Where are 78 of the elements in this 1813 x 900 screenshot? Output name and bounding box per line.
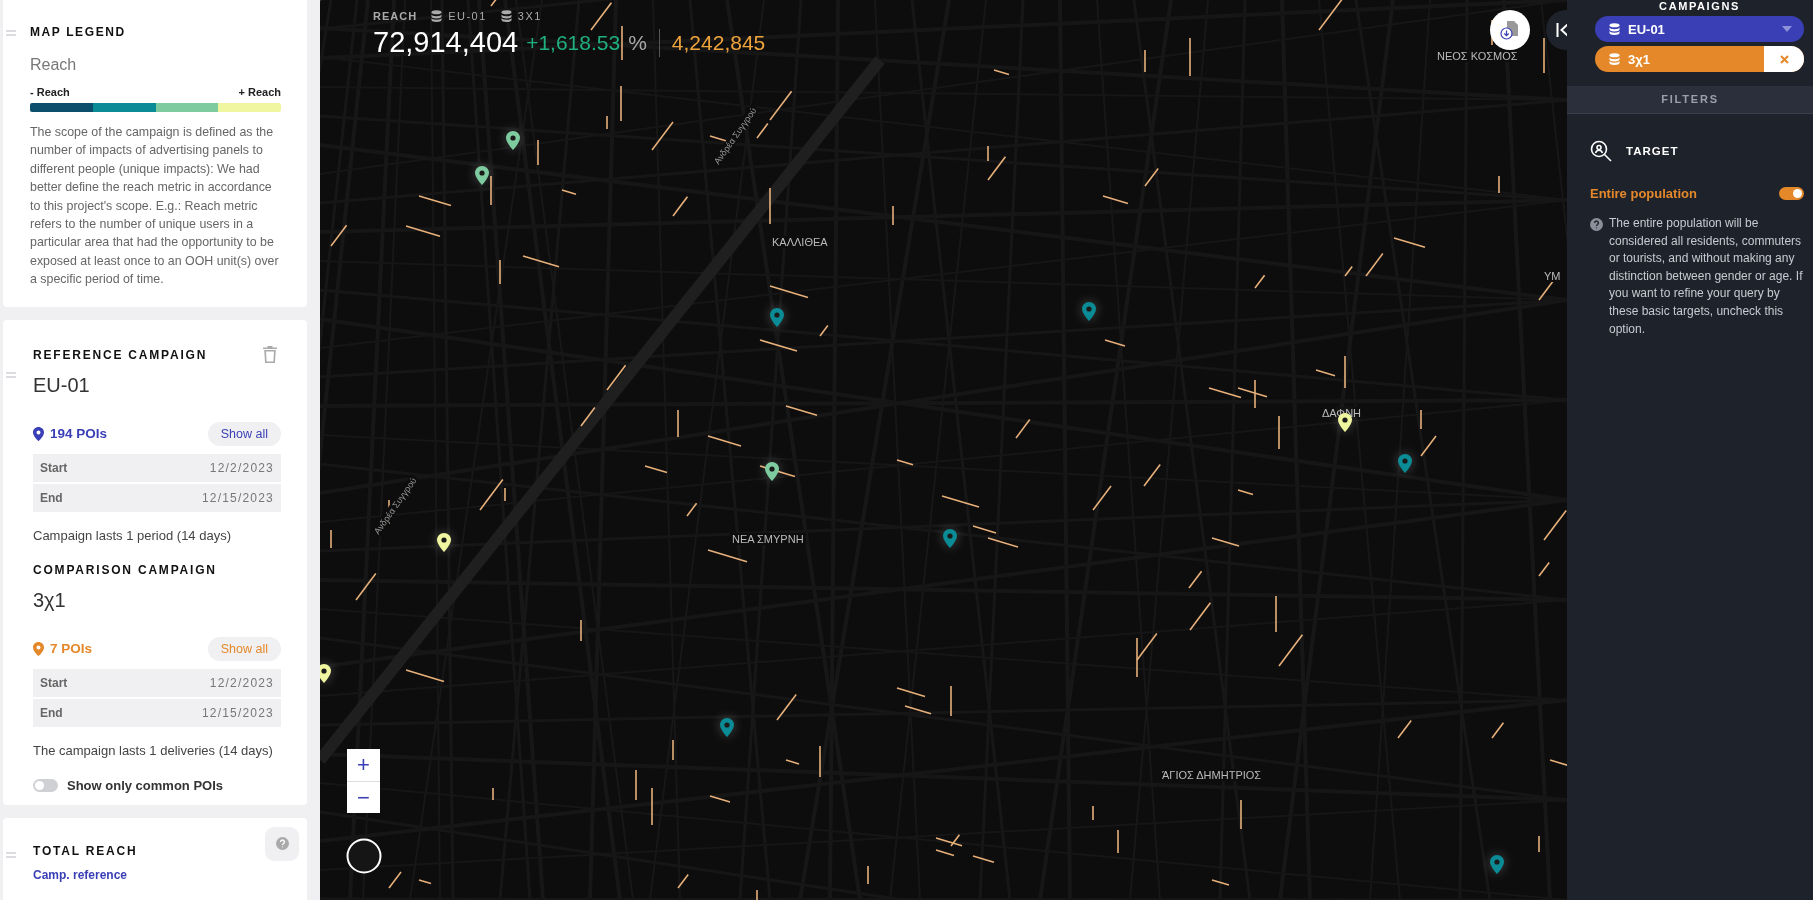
reach-subtitle: Camp. reference bbox=[33, 867, 129, 882]
map-marker-icon[interactable] bbox=[437, 533, 451, 552]
campaign-duration: The campaign lasts 1 deliveries (14 days) bbox=[33, 742, 274, 758]
date-value: 12/2/2023 bbox=[209, 460, 274, 475]
date-label: Start bbox=[40, 460, 68, 475]
poi-count: 194 POIs bbox=[50, 426, 108, 442]
date-label: End bbox=[40, 490, 63, 505]
place-label: ΝΕΟΣ ΚΟΣΜΟΣ bbox=[1435, 50, 1520, 62]
reach-change: +1,618.53 bbox=[526, 30, 621, 55]
place-label: ΥΜ bbox=[1542, 270, 1563, 282]
map-pin-icon bbox=[33, 641, 44, 656]
date-value: 12/15/2023 bbox=[201, 705, 274, 720]
reach-title: REACH bbox=[373, 10, 418, 22]
section-title: REFERENCE CAMPAIGN bbox=[33, 347, 208, 362]
help-icon bbox=[275, 837, 289, 851]
card-title: TOTAL REACH bbox=[33, 843, 139, 858]
panel-title: CAMPAIGNS bbox=[1658, 0, 1741, 12]
legend-description: The scope of the campaign is defined as the number of impacts of advertising panels to different people (unique impacts): We had better define the reach metric in accordance to this project's scope. E.g.: Reach metric refers to the number of unique users in a particular area that had the opportunity to be exposed at least once to an OOH unit(s) over a specific period of time. bbox=[30, 124, 280, 289]
database-icon bbox=[431, 10, 443, 22]
drag-handle-icon[interactable] bbox=[6, 851, 16, 858]
layer-label: EU-01 bbox=[448, 10, 487, 22]
map-marker-icon[interactable] bbox=[943, 529, 957, 548]
section-title: COMPARISON CAMPAIGN bbox=[33, 562, 217, 577]
toggle-label: Show only common POIs bbox=[67, 777, 224, 793]
poi-count: 7 POIs bbox=[50, 641, 93, 657]
percent-unit: % bbox=[628, 30, 647, 55]
database-icon bbox=[1609, 53, 1620, 65]
map-marker-icon[interactable] bbox=[770, 308, 784, 327]
database-icon bbox=[500, 10, 512, 22]
close-icon bbox=[1779, 54, 1789, 64]
map-pin-icon bbox=[33, 426, 44, 441]
target-search-icon bbox=[1590, 140, 1612, 162]
option-label: Entire population bbox=[1590, 186, 1697, 201]
drag-handle-icon[interactable] bbox=[6, 371, 16, 378]
help-icon bbox=[1590, 218, 1603, 231]
show-all-button[interactable]: Show all bbox=[207, 421, 281, 446]
campaign-duration: Campaign lasts 1 period (14 days) bbox=[33, 527, 232, 543]
legend-low-label: - Reach bbox=[30, 86, 70, 98]
filters-tab[interactable]: FILTERS bbox=[1567, 86, 1813, 114]
layer-label: 3X1 bbox=[517, 10, 542, 22]
toggle-switch[interactable] bbox=[33, 778, 58, 792]
map-marker-icon[interactable] bbox=[475, 166, 489, 185]
reach-value: 72,914,404 bbox=[373, 26, 519, 59]
campaign-chip[interactable]: EU-01 bbox=[1595, 16, 1804, 42]
map-marker-icon[interactable] bbox=[1082, 302, 1096, 321]
place-label: ΝΕΑ ΣΜΥΡΝΗ bbox=[730, 533, 806, 545]
map-marker-icon[interactable] bbox=[506, 131, 520, 150]
collapse-icon bbox=[1556, 23, 1567, 37]
place-label: ΚΑΛΛΙΘΕΑ bbox=[770, 236, 830, 248]
map-marker-icon[interactable] bbox=[1398, 454, 1412, 473]
remove-button[interactable] bbox=[1764, 46, 1804, 72]
chip-label: 3χ1 bbox=[1628, 51, 1650, 67]
comparison-value: 4,242,845 bbox=[671, 30, 766, 55]
legend-metric: Reach bbox=[30, 56, 78, 74]
map-marker-icon[interactable] bbox=[1490, 855, 1504, 874]
caret-icon[interactable] bbox=[1782, 26, 1792, 32]
legend-high-label: + Reach bbox=[238, 86, 281, 98]
database-icon bbox=[1609, 23, 1620, 35]
date-value: 12/15/2023 bbox=[201, 490, 274, 505]
date-label: End bbox=[40, 705, 63, 720]
card-title: MAP LEGEND bbox=[30, 25, 127, 39]
map-marker-icon[interactable] bbox=[765, 462, 779, 481]
compass-icon[interactable] bbox=[346, 838, 382, 874]
file-download-icon bbox=[1500, 20, 1520, 40]
help-text: The entire population will be considered all residents, commuters or tourists, and without making any distinction between gender or age. If you want to refine your query by these basic targets, uncheck this option. bbox=[1609, 215, 1804, 338]
download-button[interactable] bbox=[1490, 10, 1530, 50]
toggle-switch[interactable] bbox=[1779, 187, 1804, 200]
map-marker-icon[interactable] bbox=[720, 718, 734, 737]
date-label: Start bbox=[40, 675, 68, 690]
campaign-name: 3χ1 bbox=[33, 588, 67, 612]
chip-label: EU-01 bbox=[1628, 21, 1665, 37]
section-title: TARGET bbox=[1626, 145, 1679, 157]
campaign-name: EU-01 bbox=[33, 373, 91, 397]
drag-handle-icon[interactable] bbox=[6, 30, 16, 36]
zoom-out-button[interactable]: − bbox=[347, 781, 380, 813]
place-label: ΆΓΙΟΣ ΔΗΜΗΤΡΙΟΣ bbox=[1160, 769, 1264, 781]
date-value: 12/2/2023 bbox=[209, 675, 274, 690]
map-marker-icon[interactable] bbox=[320, 664, 331, 683]
